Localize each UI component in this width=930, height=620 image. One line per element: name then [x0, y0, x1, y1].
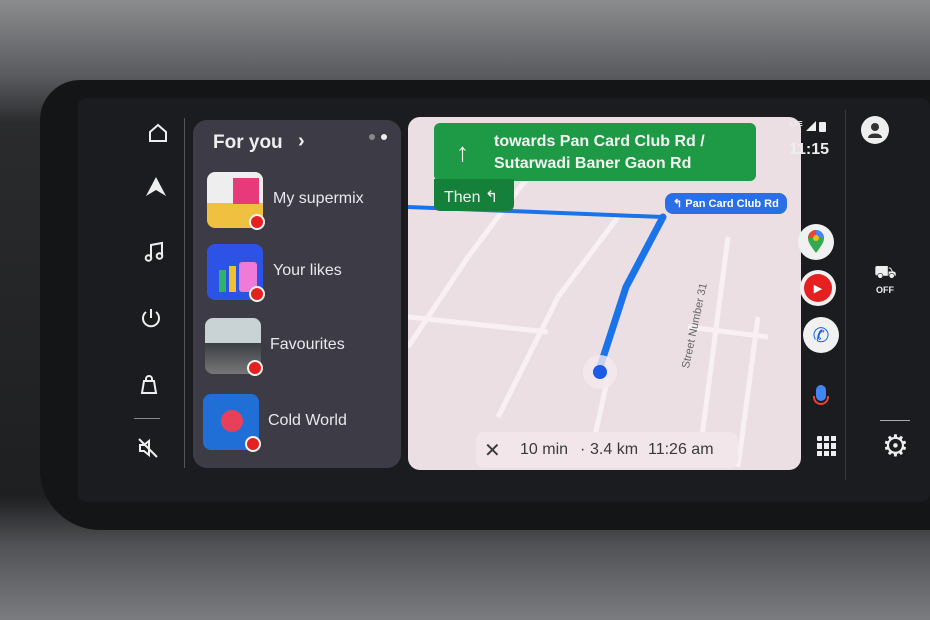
profile-avatar-icon[interactable] [861, 116, 889, 144]
next-street-label: Pan Card Club Rd [685, 198, 779, 210]
playlist-item[interactable]: Your likes [203, 244, 393, 304]
turn-left-icon: ↰ [673, 198, 683, 210]
rail-separator [845, 110, 846, 480]
chevron-right-icon[interactable]: › [298, 130, 305, 153]
direction-line-2: Sutarwadi Baner Gaon Rd [494, 155, 692, 172]
navigation-map[interactable]: Street Number 31 ↑ towards Pan Card Club… [408, 117, 801, 470]
app-launcher-icon[interactable] [817, 436, 837, 456]
route-line [596, 213, 667, 371]
youtube-music-icon[interactable]: ▶ [800, 270, 836, 306]
playlist-item[interactable]: My supermix [203, 172, 393, 232]
eta-arrival: 11:26 am [648, 441, 714, 458]
playlist-label: Your likes [273, 262, 342, 279]
traction-control-icon[interactable]: ⛟ [874, 262, 897, 286]
music-icon[interactable] [140, 238, 168, 266]
rail-separator [184, 118, 185, 468]
rail-divider [134, 418, 160, 419]
playlist-item[interactable]: Cold World [203, 394, 393, 454]
phone-icon[interactable]: ✆ [803, 317, 839, 353]
home-icon[interactable] [146, 121, 170, 145]
battery-icon [819, 122, 826, 132]
youtube-music-badge-icon [249, 214, 265, 230]
mute-icon[interactable] [134, 434, 162, 462]
settings-gear-icon[interactable]: ⚙ [882, 432, 909, 462]
eta-distance: 3.4 km [590, 441, 639, 458]
page-dot-active [381, 134, 387, 140]
then-label: Then [444, 189, 481, 206]
close-icon[interactable]: ✕ [484, 438, 501, 463]
current-location-dot [593, 365, 607, 379]
playlist-label: Cold World [268, 412, 347, 429]
playlist-label: My supermix [273, 190, 364, 207]
media-card[interactable]: For you › My supermix Your likes Favouri… [193, 120, 401, 468]
eta-separator: · [580, 441, 586, 458]
media-card-title[interactable]: For you [213, 132, 283, 154]
turn-left-icon: ↰ [484, 189, 499, 206]
power-icon[interactable] [138, 305, 164, 331]
turn-instruction-card[interactable]: ↑ towards Pan Card Club Rd / Sutarwadi B… [434, 123, 756, 181]
arrow-up-icon: ↑ [456, 137, 469, 167]
eta-bar[interactable]: ✕ 10 min · 3.4 km 11:26 am [476, 432, 738, 468]
playlist-label: Favourites [270, 336, 345, 353]
youtube-music-badge-icon [249, 286, 265, 302]
next-street-pill: ↰ Pan Card Club Rd [665, 193, 787, 214]
youtube-music-badge-icon [247, 360, 263, 376]
traction-off-label: OFF [876, 285, 894, 295]
google-maps-icon[interactable] [798, 224, 834, 260]
youtube-music-badge-icon [245, 436, 261, 452]
signal-icon [806, 121, 816, 131]
navigation-icon[interactable] [143, 174, 169, 200]
notification-bag-icon[interactable] [136, 372, 162, 398]
eta-duration: 10 min [520, 441, 569, 458]
playlist-item[interactable]: Favourites [203, 318, 393, 378]
clock: 11:15 [789, 141, 830, 158]
network-type: LTE [790, 121, 803, 128]
then-card: Then ↰ [434, 179, 514, 211]
divider [880, 420, 910, 421]
page-dot [369, 134, 375, 140]
direction-line-1: towards Pan Card Club Rd / [494, 133, 705, 150]
